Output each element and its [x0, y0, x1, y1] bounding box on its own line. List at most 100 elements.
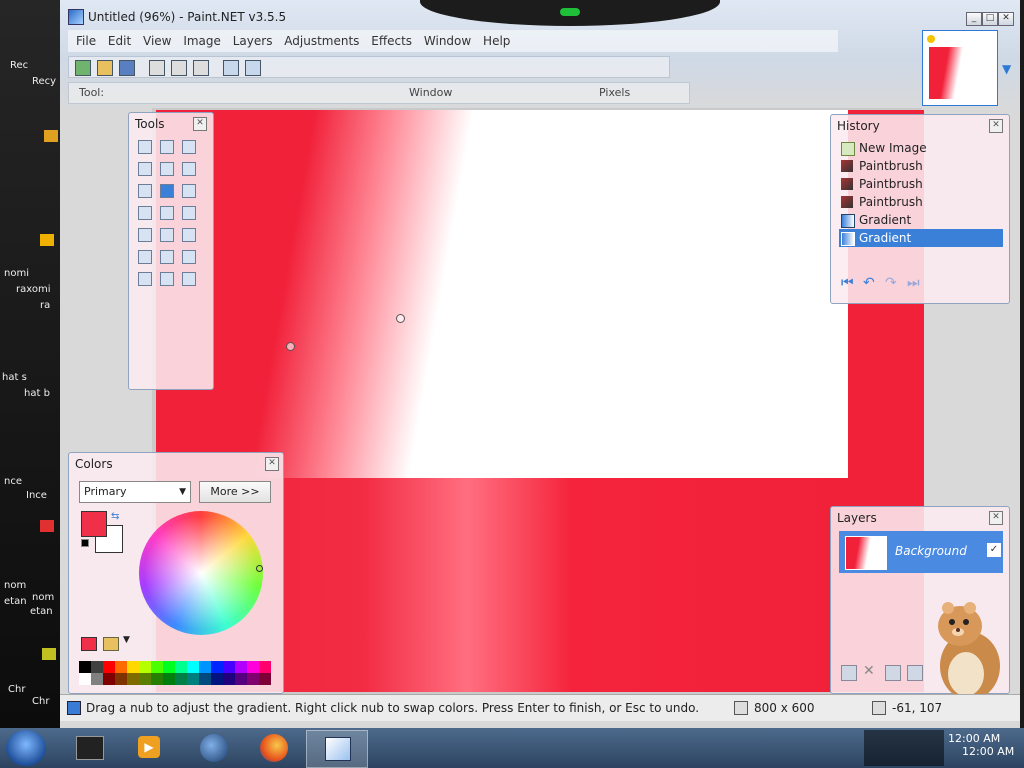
palette-swatch[interactable]	[127, 673, 139, 685]
menu-help[interactable]: Help	[483, 34, 510, 48]
color-picker-tool[interactable]	[179, 203, 197, 221]
menu-image[interactable]: Image	[183, 34, 221, 48]
menu-edit[interactable]: Edit	[108, 34, 131, 48]
color-wheel-marker[interactable]	[256, 565, 263, 572]
paste-icon[interactable]	[193, 60, 209, 76]
palette-swatch[interactable]	[247, 673, 259, 685]
rounded-rectangle-tool[interactable]	[135, 269, 153, 287]
desktop-label[interactable]: Recy	[32, 76, 56, 87]
open-file-icon[interactable]	[97, 60, 113, 76]
lasso-tool[interactable]	[179, 137, 197, 155]
palette-swatch[interactable]	[115, 673, 127, 685]
ellipse-select-tool[interactable]	[135, 159, 153, 177]
desktop-label[interactable]: Chr	[32, 696, 49, 707]
redo-icon[interactable]	[245, 60, 261, 76]
color-wheel[interactable]	[139, 511, 263, 635]
clock[interactable]: 12:00 AM	[962, 745, 1014, 758]
media-player-icon[interactable]: ▶	[128, 730, 170, 766]
palette-swatch[interactable]	[235, 673, 247, 685]
paint-bucket-tool[interactable]	[135, 181, 153, 199]
desktop-label[interactable]: hat b	[24, 388, 50, 399]
save-icon[interactable]	[119, 60, 135, 76]
history-item[interactable]: Paintbrush	[839, 175, 1003, 193]
menu-view[interactable]: View	[143, 34, 171, 48]
palette-swatch[interactable]	[151, 673, 163, 685]
freeform-shape-tool[interactable]	[157, 269, 175, 287]
menu-effects[interactable]: Effects	[371, 34, 412, 48]
copy-icon[interactable]	[171, 60, 187, 76]
minimize-button[interactable]: _	[966, 12, 982, 26]
primary-color-swatch[interactable]	[81, 511, 107, 537]
palette-swatch[interactable]	[91, 661, 103, 673]
palette-swatch[interactable]	[259, 661, 271, 673]
close-button[interactable]: ✕	[998, 12, 1014, 26]
text-tool[interactable]	[179, 225, 197, 243]
palette-swatch[interactable]	[139, 673, 151, 685]
clone-stamp-tool[interactable]	[135, 225, 153, 243]
desktop-label[interactable]: nomi	[4, 268, 29, 279]
paintbrush-tool[interactable]	[179, 181, 197, 199]
colors-close-button[interactable]: ✕	[265, 457, 279, 471]
desktop-label[interactable]: hat s	[2, 372, 27, 383]
gradient-end-nub[interactable]	[396, 314, 405, 323]
palette-swatch[interactable]	[175, 661, 187, 673]
palette-swatch[interactable]	[139, 661, 151, 673]
history-item[interactable]: Paintbrush	[839, 157, 1003, 175]
menu-adjustments[interactable]: Adjustments	[284, 34, 359, 48]
window-dropdown[interactable]: Window	[409, 83, 452, 103]
palette-menu-icon[interactable]	[103, 637, 119, 651]
terminal-icon[interactable]	[68, 730, 110, 766]
swap-colors-icon[interactable]: ⇆	[111, 511, 119, 522]
palette-swatch[interactable]	[223, 661, 235, 673]
layer-row[interactable]: Background ✓	[839, 531, 1003, 573]
ellipse-tool[interactable]	[179, 247, 197, 265]
history-item[interactable]: Paintbrush	[839, 193, 1003, 211]
palette-swatch[interactable]	[235, 661, 247, 673]
layer-properties-icon[interactable]	[907, 665, 923, 681]
desktop-label[interactable]: ra	[40, 300, 50, 311]
palette-swatch[interactable]	[187, 673, 199, 685]
line-tool[interactable]	[135, 247, 153, 265]
desktop-label[interactable]: nce	[4, 476, 22, 487]
desktop-label[interactable]: raxomi	[16, 284, 51, 295]
menu-file[interactable]: File	[76, 34, 96, 48]
rectangle-tool[interactable]	[157, 247, 175, 265]
desktop-label[interactable]: etan	[30, 606, 53, 617]
palette-swatch[interactable]	[163, 661, 175, 673]
cut-icon[interactable]	[149, 60, 165, 76]
delete-layer-icon[interactable]: ✕	[863, 663, 875, 679]
chevron-down-icon[interactable]: ▼	[123, 635, 130, 645]
palette-swatch[interactable]	[115, 661, 127, 673]
tools-close-button[interactable]: ✕	[193, 117, 207, 131]
recolor-tool[interactable]	[157, 225, 175, 243]
palette-swatch[interactable]	[199, 673, 211, 685]
layers-close-button[interactable]: ✕	[989, 511, 1003, 525]
pan-tool[interactable]	[179, 269, 197, 287]
menu-window[interactable]: Window	[424, 34, 471, 48]
palette-swatch[interactable]	[91, 673, 103, 685]
redo-icon[interactable]: ↷	[885, 275, 897, 291]
palette-swatch[interactable]	[103, 673, 115, 685]
desktop-label[interactable]: nom	[32, 592, 54, 603]
pencil-tool[interactable]	[157, 203, 175, 221]
units-dropdown[interactable]: Pixels	[599, 83, 630, 103]
gradient-tool[interactable]	[157, 181, 175, 199]
palette-swatch[interactable]	[163, 673, 175, 685]
eraser-tool[interactable]	[135, 203, 153, 221]
desktop-icon[interactable]	[42, 648, 56, 660]
desktop-label[interactable]: Rec	[10, 60, 28, 71]
rewind-icon[interactable]: ⏮	[841, 275, 854, 291]
desktop-icon[interactable]	[40, 520, 54, 532]
undo-icon[interactable]: ↶	[863, 275, 875, 291]
layer-visibility-checkbox[interactable]: ✓	[987, 543, 1001, 557]
desktop-label[interactable]: etan	[4, 596, 27, 607]
zoom-tool[interactable]	[157, 159, 175, 177]
maximize-button[interactable]: □	[982, 12, 998, 26]
palette-swatch[interactable]	[211, 673, 223, 685]
palette-swatch[interactable]	[79, 673, 91, 685]
palette-swatch[interactable]	[175, 673, 187, 685]
desktop-icon[interactable]	[44, 130, 58, 142]
history-item[interactable]: New Image	[839, 139, 1003, 157]
image-thumbnail-tab[interactable]	[922, 30, 998, 106]
undo-icon[interactable]	[223, 60, 239, 76]
